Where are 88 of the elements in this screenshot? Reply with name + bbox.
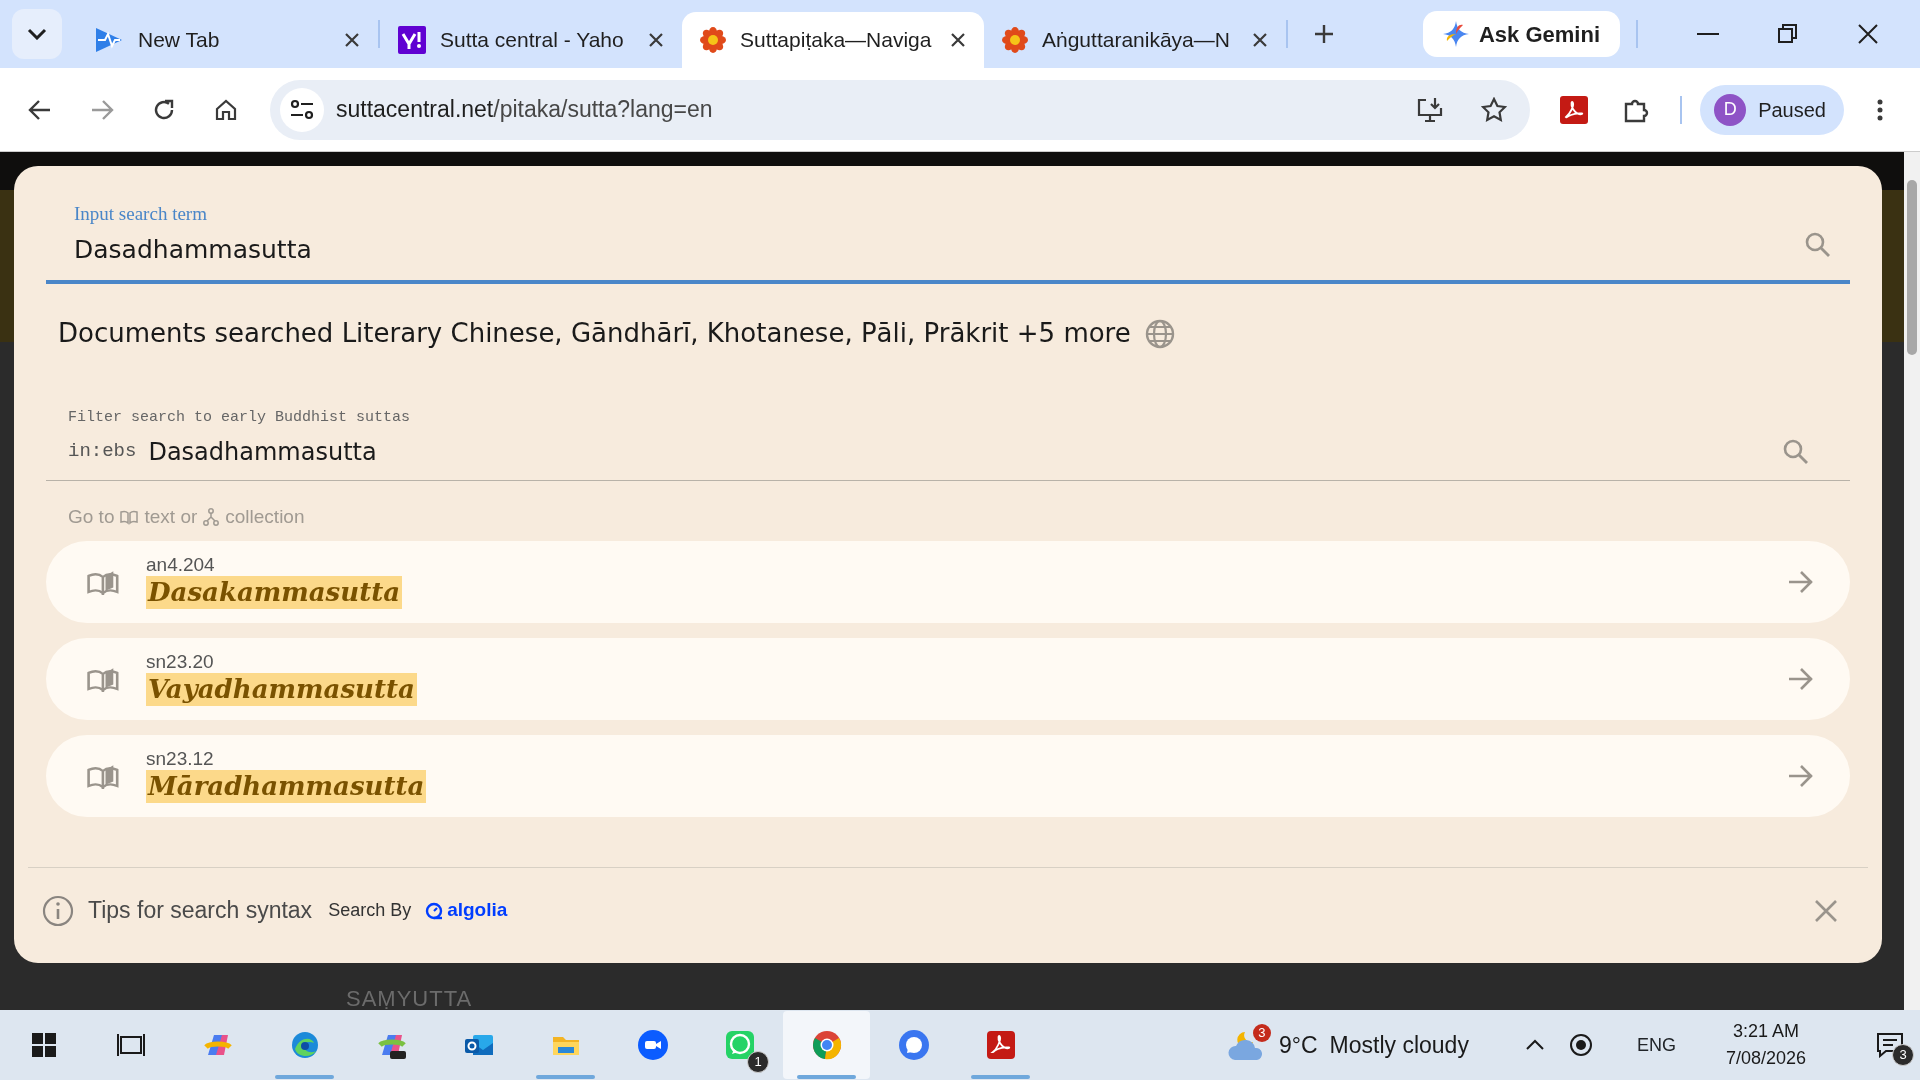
browser-tab[interactable]: Sutta central - Yaho: [380, 12, 682, 68]
notification-badge: 3: [1252, 1024, 1271, 1042]
close-icon: [1814, 898, 1838, 923]
result-code: sn23.12: [146, 748, 214, 770]
pulse-icon: [94, 25, 124, 55]
browser-tab[interactable]: Aṅguttaranikāya—N: [984, 12, 1286, 68]
scrollbar[interactable]: [1904, 152, 1920, 1010]
home-icon: [214, 97, 238, 122]
yahoo-icon: [398, 26, 426, 54]
book-icon: [86, 569, 120, 595]
section-heading: SAṂYUTTA: [346, 988, 473, 1010]
tips-link[interactable]: Tips for search syntax: [88, 893, 313, 928]
notification-icon[interactable]: [1876, 1032, 1904, 1058]
clock[interactable]: 3:21 AM 7/08/2026: [1719, 1017, 1812, 1073]
search-result[interactable]: an4.204 Dasakammasutta: [46, 541, 1850, 623]
language-indicator[interactable]: ENG: [1636, 1031, 1676, 1059]
weather-condition: Mostly cloudy: [1329, 1030, 1469, 1060]
chevron-down-icon: [27, 28, 47, 40]
minimize-icon: [1697, 33, 1719, 35]
flower-icon: [1002, 27, 1028, 53]
plus-icon: [1314, 24, 1334, 44]
result-title: Māradhammasutta: [146, 769, 427, 804]
star-icon: [1481, 96, 1508, 123]
arrow-right-icon: [1788, 764, 1814, 788]
chevron-up-icon[interactable]: [1524, 1039, 1545, 1051]
browser-tab[interactable]: Suttapiṭaka—Naviga: [682, 12, 984, 68]
chrome-icon: [810, 1029, 843, 1061]
close-icon: [344, 32, 360, 48]
search-icon[interactable]: [1782, 437, 1810, 466]
flower-icon: [700, 27, 726, 53]
filter-prefix: in:ebs: [68, 439, 137, 465]
restore-icon: [1777, 23, 1799, 45]
result-code: an4.204: [146, 554, 215, 576]
search-icon[interactable]: [1804, 230, 1832, 259]
book-icon: [86, 666, 120, 692]
video-camera-icon: [636, 1029, 669, 1061]
forward-arrow-icon: [90, 98, 114, 121]
clock-date: 7/08/2026: [1725, 1047, 1806, 1070]
tab-search-button[interactable]: [12, 9, 62, 59]
chat-icon: [723, 1029, 756, 1061]
close-icon: [1857, 23, 1879, 45]
goto-text: text or: [144, 504, 198, 529]
search-result[interactable]: sn23.20 Vayadhammasutta: [46, 638, 1850, 720]
documents-searched-text: Documents searched Literary Chinese, Gāndhārī, Khotanese, Pāli, Prākrit +5 more: [58, 317, 1131, 350]
ask-gemini-button[interactable]: Ask Gemini: [1422, 11, 1620, 57]
sparkle-icon: [1442, 21, 1469, 47]
tune-icon: [290, 98, 314, 121]
taskbar-app[interactable]: [783, 1011, 870, 1079]
result-code: sn23.20: [146, 651, 214, 673]
search-label: Input search term: [74, 202, 207, 226]
algolia-icon: [425, 901, 444, 920]
filter-field[interactable]: Dasadhammasutta: [148, 433, 1770, 470]
search-field[interactable]: Dasadhammasutta: [46, 228, 1850, 284]
notification-badge: 3: [1892, 1044, 1914, 1066]
kebab-menu-icon: [1877, 98, 1883, 121]
clock-time: 3:21 AM: [1732, 1020, 1799, 1043]
browser-tab[interactable]: New Tab: [76, 12, 378, 68]
goto-text: collection: [225, 504, 305, 529]
book-icon: [120, 508, 139, 525]
arrow-right-icon: [1788, 570, 1814, 594]
close-icon: [1252, 32, 1268, 48]
globe-icon[interactable]: [1144, 318, 1175, 349]
result-title: Dasakammasutta: [146, 575, 402, 610]
record-icon[interactable]: [1568, 1033, 1593, 1057]
close-icon: [950, 32, 966, 48]
result-title: Vayadhammasutta: [146, 672, 417, 707]
filter-label: Filter search to early Buddhist suttas: [68, 408, 412, 428]
back-arrow-icon: [28, 98, 52, 121]
close-icon: [648, 32, 664, 48]
search-by-text: Search By: [328, 899, 412, 922]
info-icon: [42, 894, 74, 927]
notification-badge: 1: [747, 1051, 769, 1073]
weather-temperature: 9°C: [1278, 1030, 1318, 1060]
acrobat-icon: [984, 1029, 1017, 1061]
chat-bubble-icon: [897, 1029, 930, 1061]
search-result[interactable]: sn23.12 Māradhammasutta: [46, 735, 1850, 817]
profile-button[interactable]: D Paused: [1700, 84, 1844, 135]
book-icon: [86, 763, 120, 789]
site-info-button[interactable]: [280, 87, 324, 132]
weather-widget[interactable]: 3 9°C Mostly cloudy: [1220, 1026, 1475, 1064]
monitor-download-icon: [1416, 96, 1445, 123]
goto-text: Go to: [68, 504, 115, 529]
acrobat-icon: [1560, 95, 1589, 124]
tree-icon: [203, 507, 220, 526]
reload-icon: [152, 97, 176, 122]
algolia-logo[interactable]: algolia: [425, 896, 508, 925]
arrow-right-icon: [1788, 667, 1814, 691]
taskbar-app[interactable]: 1: [696, 1011, 783, 1079]
